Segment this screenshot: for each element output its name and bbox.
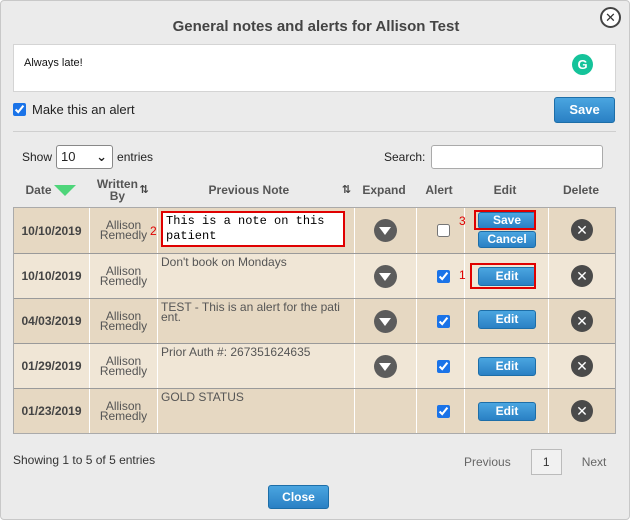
grammarly-icon[interactable]: G bbox=[572, 54, 593, 75]
delete-icon[interactable]: ✕ bbox=[571, 355, 593, 377]
alert-checkbox[interactable] bbox=[437, 224, 450, 237]
page-size-control: Show 10 ⌄ entries bbox=[22, 145, 153, 169]
row-date: 10/10/2019 bbox=[21, 223, 82, 238]
page-size-value: 10 bbox=[61, 149, 76, 164]
make-alert-label: Make this an alert bbox=[32, 102, 135, 117]
page-size-select[interactable]: 10 ⌄ bbox=[56, 145, 114, 169]
page-1-button[interactable]: 1 bbox=[530, 449, 562, 475]
edit-button[interactable]: Edit bbox=[478, 402, 536, 421]
table-body: 10/10/2019 AllisonRemedly Save Cancel ✕ bbox=[13, 207, 616, 434]
annotation-3: 3 bbox=[459, 214, 466, 228]
row-edit-cell: Edit bbox=[464, 299, 548, 343]
col-written-by[interactable]: Written By ⇅ bbox=[88, 173, 156, 207]
table-row: 01/23/2019 Allison Remedly GOLD STATUS Ed… bbox=[14, 388, 615, 433]
col-date[interactable]: Date bbox=[13, 173, 88, 207]
alert-checkbox[interactable] bbox=[437, 270, 450, 283]
table-header: Date Written By ⇅ Previous Note ⇅ Expand A… bbox=[13, 173, 616, 207]
row-date: 01/23/2019 bbox=[21, 404, 82, 418]
sort-desc-icon bbox=[53, 184, 76, 196]
next-page-button[interactable]: Next bbox=[582, 455, 607, 469]
show-label: Show bbox=[22, 150, 53, 164]
row-alert-cell bbox=[416, 299, 464, 343]
expand-down-icon[interactable] bbox=[374, 310, 397, 333]
pagination: Previous 1 Next bbox=[464, 449, 606, 475]
row-date: 01/29/2019 bbox=[21, 359, 82, 373]
row-alert-cell bbox=[416, 344, 464, 388]
row-expand-cell bbox=[354, 389, 416, 433]
notes-dialog: General notes and alerts for Allison Tes… bbox=[0, 0, 630, 520]
col-edit: Edit bbox=[493, 183, 517, 197]
row-alert-cell bbox=[416, 254, 464, 298]
search-control: Search: bbox=[384, 145, 604, 169]
row-delete-cell: ✕ bbox=[548, 299, 616, 343]
chevron-down-icon: ⌄ bbox=[96, 149, 108, 164]
note-value: Always late! bbox=[24, 57, 83, 69]
edit-button[interactable]: Edit bbox=[478, 310, 536, 329]
col-delete: Delete bbox=[562, 183, 600, 197]
close-button[interactable]: Close bbox=[268, 485, 329, 509]
expand-down-icon[interactable] bbox=[374, 265, 397, 288]
annotation-1: 1 bbox=[459, 268, 466, 282]
note-edit-textarea[interactable]: This is a note on this patient bbox=[161, 211, 345, 247]
table-row: 04/03/2019 Allison Remedly TEST - This is… bbox=[14, 298, 615, 343]
row-expand-cell bbox=[354, 344, 416, 388]
col-alert: Alert bbox=[425, 183, 453, 197]
row-delete-cell: ✕ bbox=[548, 389, 616, 433]
make-alert-row: Make this an alert bbox=[13, 102, 135, 117]
previous-page-button[interactable]: Previous bbox=[464, 455, 511, 469]
delete-icon[interactable]: ✕ bbox=[571, 400, 593, 422]
row-note: GOLD STATUS bbox=[157, 389, 354, 433]
row-delete-cell: ✕ bbox=[548, 208, 616, 253]
row-note: Prior Auth #: 267351624635 bbox=[157, 344, 354, 388]
delete-icon[interactable]: ✕ bbox=[571, 219, 593, 241]
row-edit-cell: Edit bbox=[464, 344, 548, 388]
make-alert-checkbox[interactable] bbox=[13, 103, 26, 116]
row-author: Allison Remedly bbox=[89, 208, 157, 253]
row-author: Allison Remedly bbox=[89, 389, 157, 433]
row-author: Allison Remedly bbox=[89, 254, 157, 298]
row-expand-cell bbox=[354, 254, 416, 298]
notes-table: Date Written By ⇅ Previous Note ⇅ Expand A… bbox=[13, 173, 616, 434]
table-info: Showing 1 to 5 of 5 entries bbox=[13, 453, 156, 467]
divider bbox=[13, 131, 616, 132]
expand-down-icon[interactable] bbox=[374, 355, 397, 378]
row-delete-cell: ✕ bbox=[548, 344, 616, 388]
note-textarea[interactable]: Always late! G bbox=[13, 44, 616, 92]
expand-down-icon[interactable] bbox=[374, 219, 397, 242]
row-author: Allison Remedly bbox=[89, 344, 157, 388]
row-author: Allison Remedly bbox=[89, 299, 157, 343]
row-expand-cell bbox=[354, 299, 416, 343]
annotation-frame-save bbox=[474, 210, 536, 230]
dialog-title: General notes and alerts for Allison Tes… bbox=[172, 18, 460, 35]
col-previous-note[interactable]: Previous Note ⇅ bbox=[156, 173, 353, 207]
search-label: Search: bbox=[384, 150, 426, 164]
sort-icon: ⇅ bbox=[139, 184, 149, 196]
delete-icon[interactable]: ✕ bbox=[571, 310, 593, 332]
entries-label: entries bbox=[117, 150, 154, 164]
row-alert-cell bbox=[416, 389, 464, 433]
sort-icon: ⇅ bbox=[341, 184, 351, 196]
alert-checkbox[interactable] bbox=[437, 405, 450, 418]
cancel-row-button[interactable]: Cancel bbox=[478, 231, 536, 248]
row-edit-cell: Edit bbox=[464, 389, 548, 433]
row-note: TEST - This is an alert for the pati ent… bbox=[157, 299, 354, 343]
col-expand: Expand bbox=[362, 183, 406, 197]
row-date: 10/10/2019 bbox=[21, 269, 82, 283]
row-expand-cell bbox=[354, 208, 416, 253]
row-note: Don't book on Mondays bbox=[157, 254, 354, 298]
row-alert-cell bbox=[416, 208, 464, 253]
row-date: 04/03/2019 bbox=[21, 314, 82, 328]
save-note-button[interactable]: Save bbox=[554, 97, 615, 123]
close-circle-icon[interactable]: ✕ bbox=[600, 7, 621, 28]
search-input[interactable] bbox=[431, 145, 604, 169]
edit-button[interactable]: Edit bbox=[478, 357, 536, 376]
delete-icon[interactable]: ✕ bbox=[571, 265, 593, 287]
annotation-2: 2 bbox=[150, 224, 157, 238]
alert-checkbox[interactable] bbox=[437, 315, 450, 328]
annotation-frame-edit bbox=[470, 263, 536, 289]
alert-checkbox[interactable] bbox=[437, 360, 450, 373]
table-row: 01/29/2019 Allison Remedly Prior Auth #: … bbox=[14, 343, 615, 388]
row-delete-cell: ✕ bbox=[548, 254, 616, 298]
